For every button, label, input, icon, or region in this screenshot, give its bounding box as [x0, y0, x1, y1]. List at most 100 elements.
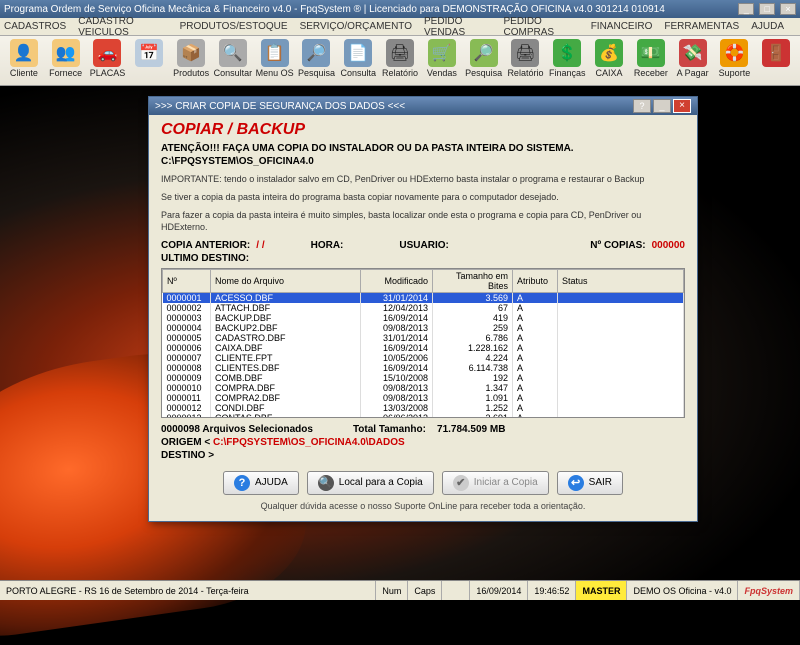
toolbar-caixa[interactable]: 💰CAIXA [589, 39, 629, 83]
menu-ferramentas[interactable]: FERRAMENTAS [664, 21, 739, 32]
toolbar-label: Suporte [719, 68, 751, 78]
col-header[interactable]: Atributo [513, 269, 558, 292]
dialog-help-button[interactable]: ? [633, 99, 651, 113]
toolbar-produtos[interactable]: 📦Produtos [171, 39, 211, 83]
cell: CLIENTES.DBF [211, 363, 361, 373]
cell: BACKUP.DBF [211, 313, 361, 323]
exit-icon: ↩ [568, 475, 584, 491]
toolbar-pesquisa[interactable]: 🔎Pesquisa [297, 39, 337, 83]
backup-info-row: COPIA ANTERIOR: / / HORA: USUARIO: Nº CO… [161, 240, 685, 251]
col-header[interactable]: Nome do Arquivo [211, 269, 361, 292]
toolbar-pesquisa[interactable]: 🔎Pesquisa [464, 39, 504, 83]
toolbar-icon: 👥 [52, 39, 80, 67]
minimize-button[interactable]: _ [738, 3, 754, 15]
ajuda-button[interactable]: ?AJUDA [223, 471, 299, 495]
table-row[interactable]: 0000009COMB.DBF15/10/2008192A [163, 373, 684, 383]
toolbar-consulta[interactable]: 📄Consulta [338, 39, 378, 83]
table-row[interactable]: 0000004BACKUP2.DBF09/08/2013259A [163, 323, 684, 333]
toolbar-relatório[interactable]: 🖨Relatório [506, 39, 546, 83]
toolbar-receber[interactable]: 💵Receber [631, 39, 671, 83]
toolbar-fornece[interactable]: 👥Fornece [46, 39, 86, 83]
menu-pedido-vendas[interactable]: PEDIDO VENDAS [424, 16, 491, 38]
toolbar-icon: 🖨 [386, 39, 414, 67]
cell: 31/01/2014 [361, 333, 433, 343]
dialog-close-button[interactable]: × [673, 99, 691, 113]
toolbar-a pagar[interactable]: 💸A Pagar [673, 39, 713, 83]
menu-cadastro-veiculos[interactable]: CADASTRO VEICULOS [78, 16, 167, 38]
status-brand: FpqSystem [738, 581, 800, 600]
origin-path: C:\FPQSYSTEM\OS_OFICINA4.0\DADOS [213, 437, 405, 448]
menu-ajuda[interactable]: AJUDA [751, 21, 784, 32]
val-ncopias: 000000 [652, 240, 685, 251]
dialog-min-button[interactable]: _ [653, 99, 671, 113]
cell: 0000009 [163, 373, 211, 383]
toolbar-consultar[interactable]: 🔍Consultar [213, 39, 253, 83]
cell: 0000004 [163, 323, 211, 333]
toolbar-label: A Pagar [677, 68, 709, 78]
toolbar-vendas[interactable]: 🛒Vendas [422, 39, 462, 83]
maximize-button[interactable]: □ [759, 3, 775, 15]
toolbar-icon: 👤 [10, 39, 38, 67]
table-row[interactable]: 0000010COMPRA.DBF09/08/20131.347A [163, 383, 684, 393]
menu-cadastros[interactable]: CADASTROS [4, 21, 66, 32]
col-header[interactable]: Nº [163, 269, 211, 292]
cell: A [513, 303, 558, 313]
toolbar-cliente[interactable]: 👤Cliente [4, 39, 44, 83]
sair-button[interactable]: ↩SAIR [557, 471, 623, 495]
status-caps: Caps [408, 581, 442, 600]
label-ultimo-destino: ULTIMO DESTINO: [161, 253, 249, 264]
toolbar-label: Pesquisa [465, 68, 502, 78]
cell: 419 [433, 313, 513, 323]
col-header[interactable]: Tamanho em Bites [433, 269, 513, 292]
cell: 16/09/2014 [361, 313, 433, 323]
table-row[interactable]: 0000012CONDI.DBF13/03/20081.252A [163, 403, 684, 413]
local-copia-button[interactable]: 🔍Local para a Copia [307, 471, 434, 495]
table-row[interactable]: 0000008CLIENTES.DBF16/09/20146.114.738A [163, 363, 684, 373]
table-row[interactable]: 0000013CONTAS.DBF06/06/20133.691A [163, 413, 684, 418]
toolbar-icon: 🔍 [219, 39, 247, 67]
table-row[interactable]: 0000001ACESSO.DBF31/01/20143.569A [163, 292, 684, 303]
toolbar-label: CAIXA [596, 68, 623, 78]
toolbar-label: Relatório [382, 68, 418, 78]
close-button[interactable]: × [780, 3, 796, 15]
cell: A [513, 353, 558, 363]
toolbar-btn[interactable]: 🚪 [756, 39, 796, 83]
toolbar-icon: 🖨 [511, 39, 539, 67]
cell [558, 343, 684, 353]
table-row[interactable]: 0000002ATTACH.DBF12/04/201367A [163, 303, 684, 313]
menu-servi-o-or-amento[interactable]: SERVIÇO/ORÇAMENTO [300, 21, 412, 32]
cell: CONDI.DBF [211, 403, 361, 413]
toolbar-menu os[interactable]: 📋Menu OS [255, 39, 295, 83]
toolbar-relatório[interactable]: 🖨Relatório [380, 39, 420, 83]
table-row[interactable]: 0000007CLIENTE.FPT10/05/20064.224A [163, 353, 684, 363]
iniciar-copia-button[interactable]: ✔Iniciar a Copia [442, 471, 549, 495]
toolbar-btn[interactable]: 📅 [129, 39, 169, 83]
toolbar-suporte[interactable]: 🛟Suporte [715, 39, 755, 83]
table-row[interactable]: 0000005CADASTRO.DBF31/01/20146.786A [163, 333, 684, 343]
menu-pedido-compras[interactable]: PEDIDO COMPRAS [503, 16, 578, 38]
cell [558, 393, 684, 403]
toolbar-icon: 🚪 [762, 39, 790, 67]
cell [558, 323, 684, 333]
table-row[interactable]: 0000003BACKUP.DBF16/09/2014419A [163, 313, 684, 323]
size-value: 71.784.509 MB [437, 424, 505, 435]
toolbar-label: Produtos [173, 68, 209, 78]
cell: A [513, 413, 558, 418]
menu-financeiro[interactable]: FINANCEIRO [591, 21, 653, 32]
menu-produtos-estoque[interactable]: PRODUTOS/ESTOQUE [180, 21, 288, 32]
cell: CAIXA.DBF [211, 343, 361, 353]
table-row[interactable]: 0000011COMPRA2.DBF09/08/20131.091A [163, 393, 684, 403]
cell: 0000007 [163, 353, 211, 363]
table-row[interactable]: 0000006CAIXA.DBF16/09/20141.228.162A [163, 343, 684, 353]
cell: 16/09/2014 [361, 343, 433, 353]
toolbar-placas[interactable]: 🚗PLACAS [88, 39, 128, 83]
col-header[interactable]: Status [558, 269, 684, 292]
cell: A [513, 383, 558, 393]
toolbar-finanças[interactable]: 💲Finanças [547, 39, 587, 83]
col-header[interactable]: Modificado [361, 269, 433, 292]
cell: A [513, 403, 558, 413]
toolbar-icon: 🛒 [428, 39, 456, 67]
file-table-container[interactable]: NºNome do ArquivoModificadoTamanho em Bi… [161, 268, 685, 418]
cell: 0000006 [163, 343, 211, 353]
toolbar-label: PLACAS [90, 68, 126, 78]
